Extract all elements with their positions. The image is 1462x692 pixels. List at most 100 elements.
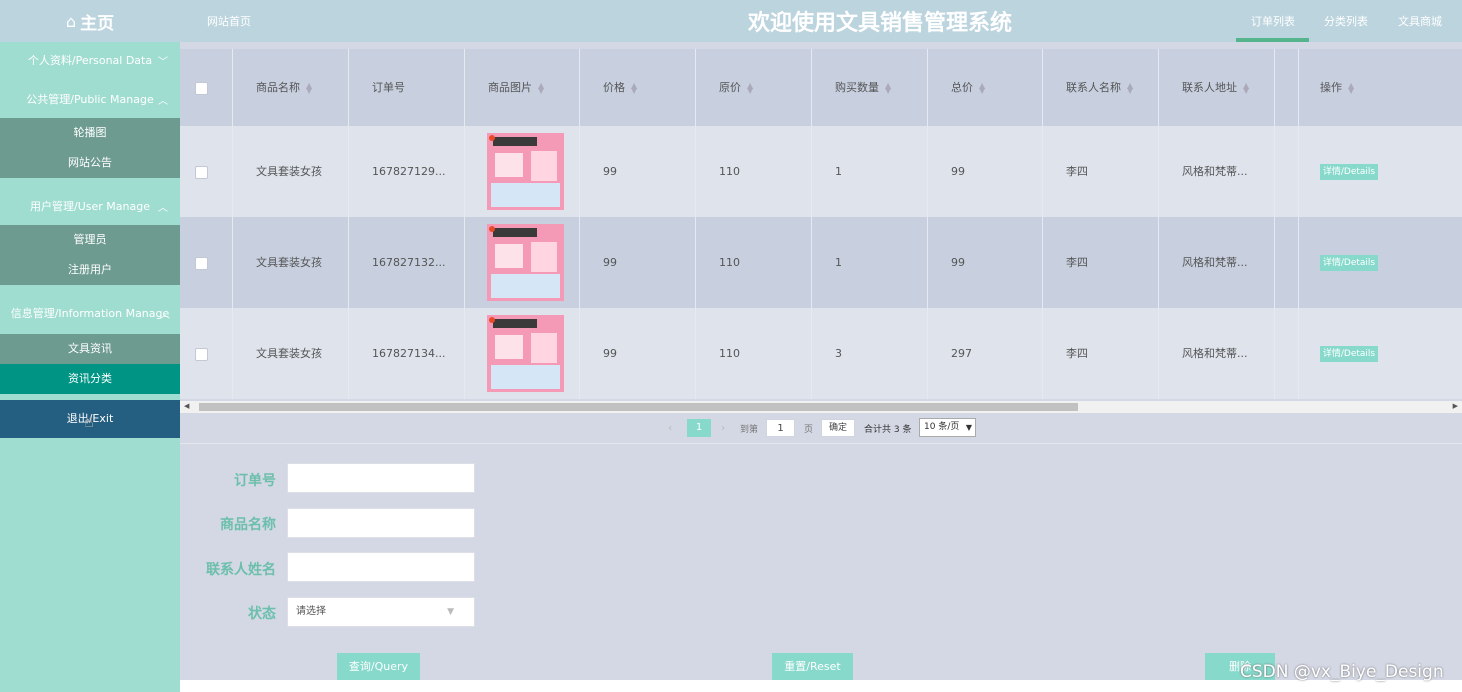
pointer-cursor-icon: ☝ xyxy=(84,412,94,431)
table-row: 文具套装女孩 167827129... 99 110 1 99 李四 风格和梵蒂… xyxy=(180,126,1462,217)
scroll-right-icon[interactable]: ▶ xyxy=(1453,402,1458,410)
scroll-left-icon[interactable]: ◀ xyxy=(184,402,189,410)
chevron-up-icon: ︿ xyxy=(158,202,168,214)
cell-contact: 李四 xyxy=(1043,217,1159,308)
sidebar-item-carousel[interactable]: 轮播图 xyxy=(0,118,180,148)
sidebar-group-label: 用户管理/User Manage xyxy=(30,200,150,213)
page-unit-label: 页 xyxy=(804,425,814,435)
chevron-down-icon: ▼ xyxy=(965,423,972,432)
site-home-link[interactable]: 网站首页 xyxy=(207,13,251,29)
row-checkbox[interactable] xyxy=(195,166,208,179)
row-select-cell xyxy=(180,308,233,399)
horizontal-scrollbar[interactable]: ◀ ▶ xyxy=(180,401,1462,413)
table-header: 商品名称 ▲ ▼ 订单号 商品图片 ▲ ▼ 价格 ▲ ▼ 原价 ▲ ▼ 购买数量 ▲ ▼ 总价 ▲ ▼ … xyxy=(180,49,1462,126)
cell-order-no: 167827129... xyxy=(349,126,465,217)
reset-button[interactable]: 重置/Reset xyxy=(772,653,853,681)
cell-original-price: 110 xyxy=(696,217,812,308)
table-row: 文具套装女孩 167827132... 99 110 1 99 李四 风格和梵蒂… xyxy=(180,217,1462,308)
product-name-input[interactable] xyxy=(287,508,475,538)
query-button[interactable]: 查询/Query xyxy=(337,653,420,681)
column-header[interactable]: 总价 ▲ ▼ xyxy=(928,49,1043,126)
sidebar-group-label: 公共管理/Public Manage xyxy=(26,93,154,106)
main-content: 商品名称 ▲ ▼ 订单号 商品图片 ▲ ▼ 价格 ▲ ▼ 原价 ▲ ▼ 购买数量 ▲ ▼ 总价 ▲ ▼ … xyxy=(180,42,1462,692)
sidebar-group-info[interactable]: 信息管理/Information Manage ︿ xyxy=(0,295,180,331)
watermark: CSDN @vx_Biye_Design xyxy=(1240,662,1444,682)
tab-order-list[interactable]: 订单列表 xyxy=(1251,13,1295,29)
contact-name-label: 联系人姓名 xyxy=(206,562,276,578)
column-header[interactable]: 购买数量 ▲ ▼ xyxy=(812,49,928,126)
cell-price: 99 xyxy=(580,217,696,308)
order-table: 商品名称 ▲ ▼ 订单号 商品图片 ▲ ▼ 价格 ▲ ▼ 原价 ▲ ▼ 购买数量 ▲ ▼ 总价 ▲ ▼ … xyxy=(180,49,1462,401)
sort-icon: ▲ ▼ xyxy=(306,81,313,95)
product-thumbnail[interactable] xyxy=(487,315,564,392)
sort-icon: ▲ ▼ xyxy=(1348,81,1355,95)
sort-icon: ▲ ▼ xyxy=(1243,81,1250,95)
prev-page-icon[interactable]: ‹ xyxy=(668,421,672,434)
sort-icon: ▲ ▼ xyxy=(885,81,892,95)
sidebar-group-label: 个人资料/Personal Data xyxy=(27,54,153,67)
scrollbar-thumb[interactable] xyxy=(199,403,1078,411)
home-label: 主页 xyxy=(80,13,115,34)
sidebar-item-news-category[interactable]: 资讯分类 xyxy=(0,364,180,394)
column-header[interactable]: 联系人地址 ▲ ▼ xyxy=(1159,49,1275,126)
sort-icon: ▲ ▼ xyxy=(1127,81,1134,95)
row-checkbox[interactable] xyxy=(195,257,208,270)
status-label: 状态 xyxy=(248,606,276,622)
row-checkbox[interactable] xyxy=(195,348,208,361)
order-no-input[interactable] xyxy=(287,463,475,493)
cell-product-name: 文具套装女孩 xyxy=(233,308,349,399)
home-link[interactable]: ⌂ 主页 xyxy=(0,0,180,42)
column-header[interactable]: 价格 ▲ ▼ xyxy=(580,49,696,126)
cell-total: 99 xyxy=(928,126,1043,217)
next-page-icon[interactable]: › xyxy=(721,421,725,434)
page-size-value: 10 条/页 xyxy=(924,422,960,432)
contact-name-input[interactable] xyxy=(287,552,475,582)
sort-icon: ▲ ▼ xyxy=(979,81,986,95)
sidebar-item-announcement[interactable]: 网站公告 xyxy=(0,148,180,178)
column-header[interactable]: 订单号 xyxy=(349,49,465,126)
sidebar-group-user[interactable]: 用户管理/User Manage ︿ xyxy=(0,188,180,224)
column-header[interactable]: 原价 ▲ ▼ xyxy=(696,49,812,126)
product-thumbnail[interactable] xyxy=(487,133,564,210)
sidebar: 个人资料/Personal Data ﹀ 公共管理/Public Manage … xyxy=(0,42,180,692)
total-count: 合计共 3 条 xyxy=(864,425,912,435)
cell-spacer xyxy=(1275,308,1299,399)
goto-confirm-button[interactable]: 确定 xyxy=(821,419,855,437)
page-number[interactable]: 1 xyxy=(687,419,711,437)
top-bar: ⌂ 主页 网站首页 欢迎使用文具销售管理系统 订单列表 分类列表 文具商城 xyxy=(0,0,1462,42)
details-button[interactable]: 详情/Details xyxy=(1320,164,1378,180)
details-button[interactable]: 详情/Details xyxy=(1320,346,1378,362)
product-thumbnail[interactable] xyxy=(487,224,564,301)
column-header[interactable]: 商品图片 ▲ ▼ xyxy=(465,49,580,126)
status-select[interactable]: 请选择 ▼ xyxy=(287,597,475,627)
cell-order-no: 167827132... xyxy=(349,217,465,308)
sidebar-item-registered-users[interactable]: 注册用户 xyxy=(0,255,180,285)
sidebar-item-admin[interactable]: 管理员 xyxy=(0,225,180,255)
column-header-spacer xyxy=(1275,49,1299,126)
chevron-up-icon: ︿ xyxy=(160,309,170,321)
sidebar-group-public[interactable]: 公共管理/Public Manage ︿ xyxy=(0,81,180,117)
tab-category-list[interactable]: 分类列表 xyxy=(1324,13,1368,29)
cell-order-no: 167827134... xyxy=(349,308,465,399)
header-select-all xyxy=(180,49,233,126)
cell-spacer xyxy=(1275,217,1299,308)
pagination: ‹ 1 › 到第 1 页 确定 合计共 3 条 10 条/页 ▼ xyxy=(180,413,1462,443)
column-header[interactable]: 操作 ▲ ▼ xyxy=(1297,49,1462,126)
goto-page-input[interactable]: 1 xyxy=(766,419,795,437)
cell-contact: 李四 xyxy=(1043,126,1159,217)
cell-product-name: 文具套装女孩 xyxy=(233,126,349,217)
column-header[interactable]: 联系人名称 ▲ ▼ xyxy=(1043,49,1159,126)
divider xyxy=(180,443,1462,444)
sidebar-item-news[interactable]: 文具资讯 xyxy=(0,334,180,364)
cell-original-price: 110 xyxy=(696,308,812,399)
sidebar-group-personal[interactable]: 个人资料/Personal Data ﹀ xyxy=(0,42,180,78)
select-all-checkbox[interactable] xyxy=(195,82,208,95)
details-button[interactable]: 详情/Details xyxy=(1320,255,1378,271)
cell-address: 风格和梵蒂... xyxy=(1159,308,1275,399)
sort-icon: ▲ ▼ xyxy=(631,81,638,95)
page-size-select[interactable]: 10 条/页 ▼ xyxy=(919,418,976,437)
sort-icon: ▲ ▼ xyxy=(538,81,545,95)
column-header[interactable]: 商品名称 ▲ ▼ xyxy=(233,49,349,126)
tab-stationery-mall[interactable]: 文具商城 xyxy=(1398,13,1442,29)
chevron-down-icon: ▼ xyxy=(447,607,454,617)
